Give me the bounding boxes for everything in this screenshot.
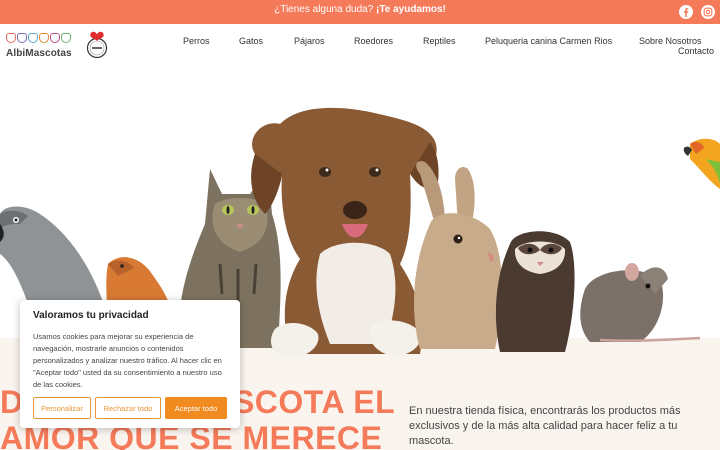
nav-pajaros[interactable]: Pájaros bbox=[294, 36, 325, 46]
logo-mark[interactable] bbox=[6, 33, 71, 43]
ferret-icon bbox=[495, 231, 575, 352]
parakeet-icon bbox=[683, 138, 720, 189]
cookie-title: Valoramos tu privacidad bbox=[33, 310, 149, 321]
cookie-actions: Personalizar Rechazar todo Aceptar todo bbox=[33, 397, 227, 419]
cookie-consent-banner: Valoramos tu privacidad Usamos cookies p… bbox=[20, 300, 240, 428]
nav-peluqueria[interactable]: Peluqueria canina Carmen Rios bbox=[485, 36, 612, 46]
veterinary-badge-icon bbox=[86, 31, 108, 59]
top-bar: ¿Tienes alguna duda? ¡Te ayudamos! bbox=[0, 0, 720, 24]
nav-perros[interactable]: Perros bbox=[183, 36, 210, 46]
hero-subtext: En nuestra tienda física, encontrarás lo… bbox=[409, 405, 681, 447]
nav-contacto[interactable]: Contacto bbox=[678, 46, 714, 56]
customize-button[interactable]: Personalizar bbox=[33, 397, 91, 419]
accept-all-button[interactable]: Aceptar todo bbox=[165, 397, 227, 419]
site-header: AlbiMascotas Perros Gatos Pájaros Roedor… bbox=[0, 24, 720, 64]
help-question: ¿Tienes alguna duda? bbox=[274, 4, 377, 15]
rat-icon bbox=[580, 263, 701, 342]
rabbit-icon bbox=[414, 161, 502, 349]
nav-roedores[interactable]: Roedores bbox=[354, 36, 393, 46]
instagram-icon[interactable] bbox=[701, 5, 715, 19]
cookie-body: Usamos cookies para mejorar su experienc… bbox=[33, 332, 222, 389]
help-link[interactable]: ¡Te ayudamos! bbox=[376, 4, 446, 15]
nav-reptiles[interactable]: Reptiles bbox=[423, 36, 456, 46]
reject-all-button[interactable]: Rechazar todo bbox=[95, 397, 161, 419]
logo-text[interactable]: AlbiMascotas bbox=[6, 48, 72, 59]
nav-sobre-nosotros[interactable]: Sobre Nosotros bbox=[639, 36, 702, 46]
facebook-icon[interactable] bbox=[679, 5, 693, 19]
nav-gatos[interactable]: Gatos bbox=[239, 36, 263, 46]
help-promo: ¿Tienes alguna duda? ¡Te ayudamos! bbox=[0, 4, 720, 15]
